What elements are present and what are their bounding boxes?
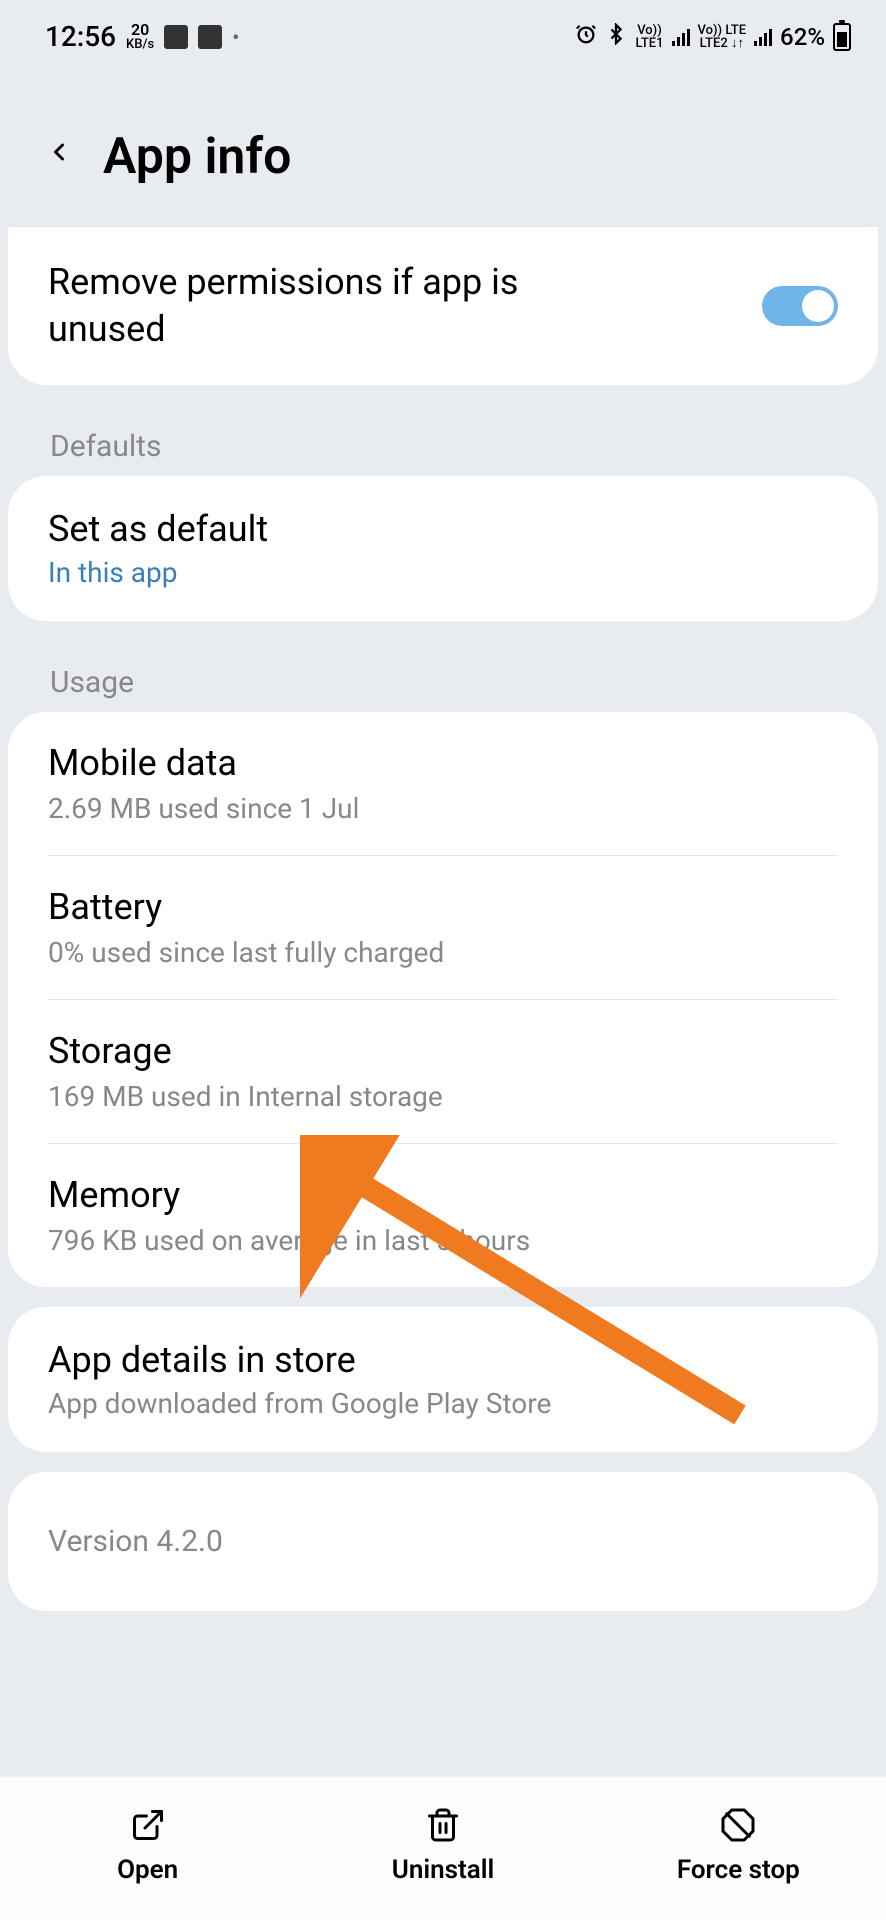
app-details-sub: App downloaded from Google Play Store	[48, 1387, 551, 1420]
stop-icon	[720, 1807, 756, 1843]
battery-sub: 0% used since last fully charged	[48, 936, 838, 969]
usage-card: Mobile data 2.69 MB used since 1 Jul Bat…	[8, 712, 878, 1287]
storage-sub: 169 MB used in Internal storage	[48, 1080, 838, 1113]
status-left: 12:56 20 KB/s •	[45, 20, 239, 53]
usage-section-label: Usage	[0, 641, 886, 712]
more-notifications-icon: •	[232, 25, 239, 49]
uninstall-label: Uninstall	[392, 1855, 494, 1885]
memory-row[interactable]: Memory 796 KB used on average in last 3 …	[8, 1144, 878, 1287]
battery-row[interactable]: Battery 0% used since last fully charged	[8, 856, 878, 999]
mobile-data-title: Mobile data	[48, 742, 838, 784]
status-bar: 12:56 20 KB/s • Vo))LTE1 Vo)) LTELTE2 ↓↑…	[0, 0, 886, 63]
battery-icon	[833, 23, 851, 51]
force-stop-label: Force stop	[677, 1855, 800, 1885]
defaults-card: Set as default In this app	[8, 476, 878, 621]
version-card: Version 4.2.0	[8, 1472, 878, 1611]
open-button[interactable]: Open	[0, 1807, 295, 1885]
remove-permissions-label: Remove permissions if app is unused	[48, 259, 568, 353]
bluetooth-icon	[605, 23, 627, 51]
storage-title: Storage	[48, 1030, 838, 1072]
sim2-label: Vo)) LTELTE2 ↓↑	[698, 24, 747, 50]
memory-sub: 796 KB used on average in last 3 hours	[48, 1224, 838, 1257]
storage-row[interactable]: Storage 169 MB used in Internal storage	[8, 1000, 878, 1143]
signal-bars-2-icon	[754, 28, 772, 46]
version-text: Version 4.2.0	[48, 1524, 838, 1559]
open-icon	[130, 1807, 166, 1843]
version-row: Version 4.2.0	[8, 1472, 878, 1611]
app-details-row[interactable]: App details in store App downloaded from…	[8, 1307, 878, 1452]
set-as-default-title: Set as default	[48, 508, 268, 550]
app-icon	[198, 25, 222, 49]
network-speed: 20 KB/s	[126, 22, 154, 51]
gallery-icon	[164, 25, 188, 49]
defaults-section-label: Defaults	[0, 405, 886, 476]
signal-bars-1-icon	[672, 28, 690, 46]
app-details-title: App details in store	[48, 1339, 356, 1381]
status-right: Vo))LTE1 Vo)) LTELTE2 ↓↑ 62%	[575, 23, 851, 51]
set-as-default-row[interactable]: Set as default In this app	[8, 476, 878, 621]
force-stop-button[interactable]: Force stop	[591, 1807, 886, 1885]
alarm-icon	[575, 23, 597, 51]
remove-permissions-row[interactable]: Remove permissions if app is unused	[8, 227, 878, 385]
header: App info	[0, 63, 886, 226]
battery-percentage: 62%	[780, 23, 825, 51]
set-as-default-sub: In this app	[48, 556, 178, 589]
mobile-data-row[interactable]: Mobile data 2.69 MB used since 1 Jul	[8, 712, 878, 855]
mobile-data-sub: 2.69 MB used since 1 Jul	[48, 792, 838, 825]
back-icon[interactable]	[45, 130, 73, 185]
page-title: App info	[103, 128, 291, 186]
memory-title: Memory	[48, 1174, 838, 1216]
status-time: 12:56	[45, 20, 116, 53]
remove-permissions-toggle[interactable]	[762, 286, 838, 326]
toggle-knob	[802, 290, 834, 322]
sim1-label: Vo))LTE1	[635, 24, 663, 50]
battery-title: Battery	[48, 886, 838, 928]
bottom-action-bar: Open Uninstall Force stop	[0, 1776, 886, 1920]
permissions-card: Remove permissions if app is unused	[8, 226, 878, 385]
uninstall-button[interactable]: Uninstall	[295, 1807, 590, 1885]
open-label: Open	[117, 1855, 178, 1885]
store-card: App details in store App downloaded from…	[8, 1307, 878, 1452]
trash-icon	[425, 1807, 461, 1843]
